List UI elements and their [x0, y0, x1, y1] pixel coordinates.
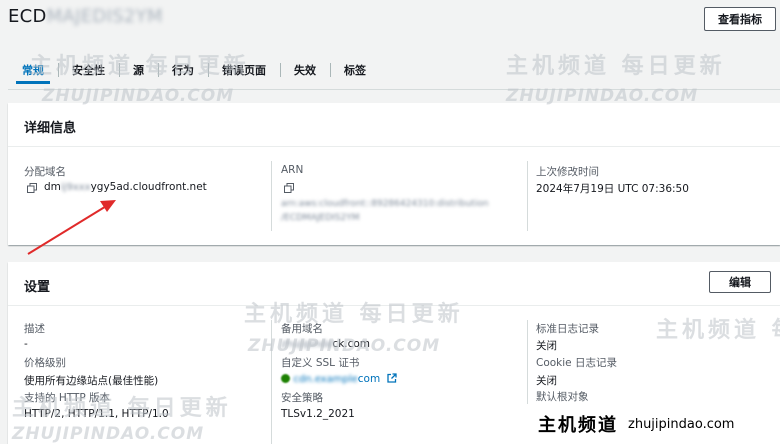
alt-domain-suffix: ck.com [332, 338, 371, 350]
certificate-status-icon [281, 374, 290, 383]
tab-origins[interactable]: 源 [119, 56, 158, 84]
distribution-title: ECDMAJEDIS2YM [8, 6, 163, 27]
distribution-domain-label: 分配域名 [24, 166, 66, 178]
http-versions-value: HTTP/2, HTTP/1.1, HTTP/1.0 [24, 408, 169, 420]
custom-ssl-label: 自定义 SSL 证书 [281, 357, 360, 369]
cookie-logging-label: Cookie 日志记录 [536, 357, 617, 369]
ssl-blurred[interactable]: cdn.example [293, 374, 357, 385]
details-divider [8, 146, 780, 147]
price-class-value: 使用所有边缘站点(最佳性能) [24, 375, 159, 387]
price-class-label: 价格级别 [24, 357, 66, 369]
tab-general[interactable]: 常规 [8, 56, 58, 84]
custom-ssl-value[interactable]: cdn.examplecom [281, 373, 397, 385]
security-policy-value: TLSv1.2_2021 [281, 408, 355, 420]
arn-value-line2: /ECDMAJEDIS2YM [281, 213, 360, 223]
last-modified-label: 上次修改时间 [536, 166, 599, 178]
tab-bar: 常规 安全性 源 行为 错误页面 失效 标签 [8, 56, 380, 84]
last-modified-value: 2024年7月19日 UTC 07:36:50 [536, 183, 689, 195]
copy-icon[interactable] [284, 183, 294, 193]
security-policy-label: 安全策略 [281, 392, 323, 404]
column-separator [271, 320, 272, 444]
view-metrics-button[interactable]: 查看指标 [704, 7, 776, 31]
tab-behaviors[interactable]: 行为 [158, 56, 208, 84]
default-root-object-label: 默认根对象 [536, 391, 589, 403]
domain-prefix: dm [44, 181, 61, 193]
standard-logging-value: 关闭 [536, 340, 557, 352]
tab-security[interactable]: 安全性 [58, 56, 119, 84]
page-header: ECDMAJEDIS2YM 查看指标 常规 安全性 源 行为 错误页面 失效 标… [0, 0, 780, 92]
tab-invalidations[interactable]: 失效 [280, 56, 330, 84]
column-separator [271, 161, 272, 231]
brand-name-en: zhujipindao.com [628, 416, 735, 432]
details-panel: 详细信息 分配域名 dmij9xxxygy5ad.cloudfront.net … [8, 103, 780, 245]
copy-icon[interactable] [27, 183, 37, 193]
domain-blurred: ij9xxx [60, 182, 91, 193]
description-label: 描述 [24, 323, 45, 335]
alternate-domain-value: zhujipindack.com [281, 338, 370, 350]
alt-domain-blurred: zhujipinda [281, 339, 333, 350]
brand-badge: 主机频道 zhujipindao.com [524, 404, 780, 444]
edit-button[interactable]: 编辑 [709, 271, 771, 293]
distribution-domain-value: dmij9xxxygy5ad.cloudfront.net [44, 181, 207, 193]
distribution-id-blurred: MAJEDIS2YM [46, 6, 163, 27]
distribution-id-prefix: ECD [8, 6, 47, 27]
alternate-domain-label: 备用域名 [281, 323, 323, 335]
standard-logging-label: 标准日志记录 [536, 323, 599, 335]
http-versions-label: 支持的 HTTP 版本 [24, 392, 111, 404]
tab-error-pages[interactable]: 错误页面 [208, 56, 280, 84]
external-link-icon[interactable] [386, 373, 397, 383]
cookie-logging-value: 关闭 [536, 375, 557, 387]
description-value: - [24, 338, 28, 350]
ssl-suffix[interactable]: com [358, 373, 380, 385]
arn-value-line1: arn:aws:cloudfront::89286424310:distribu… [281, 199, 489, 209]
details-title: 详细信息 [24, 121, 77, 136]
tab-tags[interactable]: 标签 [330, 56, 380, 84]
brand-name-cn: 主机频道 [538, 415, 618, 436]
settings-title: 设置 [24, 280, 51, 295]
tabs-divider [8, 89, 780, 90]
domain-suffix: ygy5ad.cloudfront.net [90, 181, 207, 193]
column-separator [527, 161, 528, 231]
arn-label: ARN [281, 164, 304, 176]
settings-divider [8, 305, 780, 306]
